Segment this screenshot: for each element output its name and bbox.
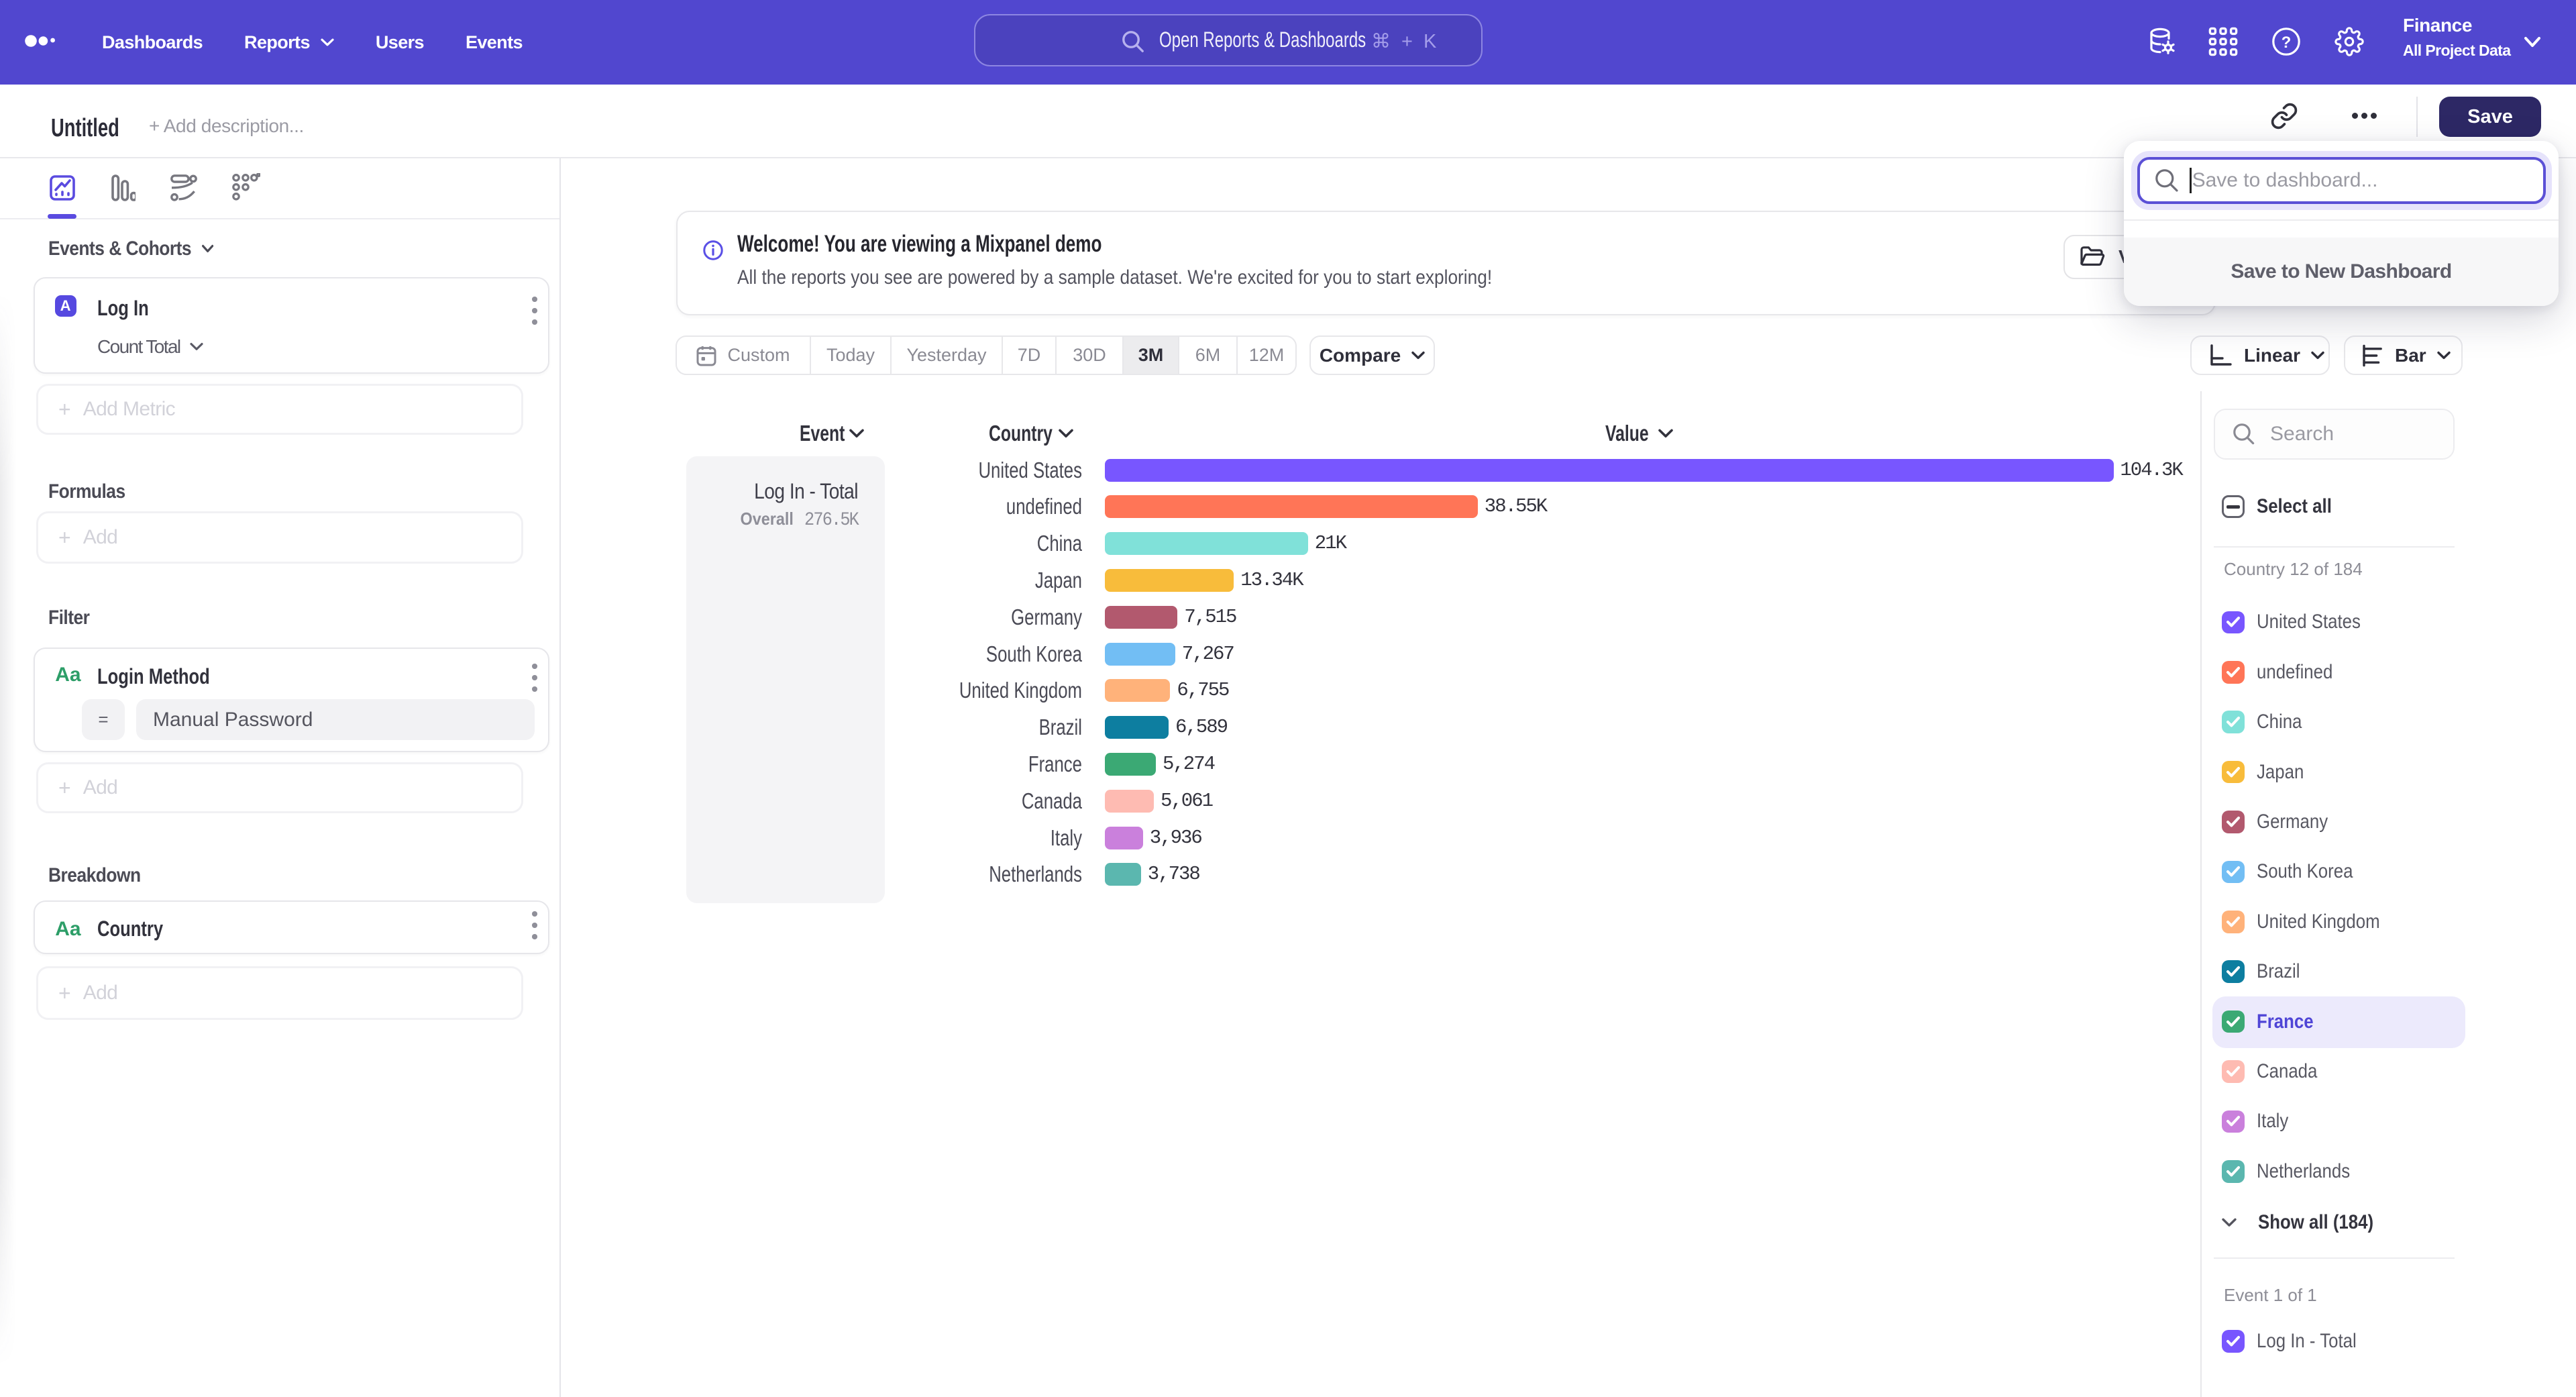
svg-text:?: ? [2282,34,2292,52]
